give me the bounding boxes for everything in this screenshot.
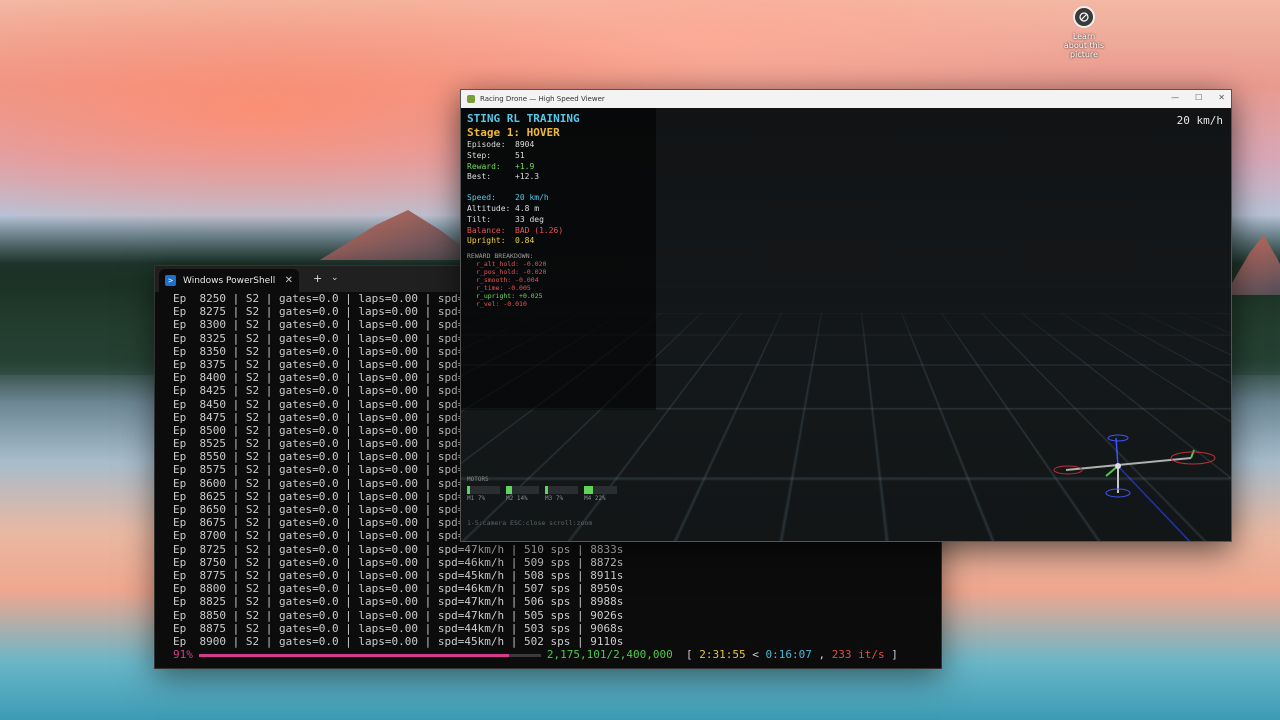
viewer-titlebar[interactable]: Racing Drone — High Speed Viewer — ☐ ✕ <box>461 90 1231 108</box>
motor-bar-fill <box>506 486 512 494</box>
motor-bar <box>545 486 578 494</box>
motor-bar <box>506 486 539 494</box>
powershell-icon: > <box>165 275 176 286</box>
breakdown-item: r_vel: -0.010 <box>476 300 527 309</box>
desktop-icon-label: Learn about this picture <box>1063 32 1105 59</box>
training-progress: 91% 2,175,101/2,400,000 [ 2:31:55 < 0:16:… <box>173 648 933 662</box>
hud-balance: Balance: BAD (1.26) <box>467 225 564 235</box>
motor-gauge: M2 14% <box>506 486 539 502</box>
motor-label: M2 14% <box>506 495 528 502</box>
tab-dropdown-icon[interactable]: ⌄ <box>331 273 339 283</box>
breakdown-item: r_alt_hold: -0.020 <box>476 260 547 269</box>
progress-lt: < <box>752 648 759 661</box>
breakdown-header: REWARD BREAKDOWN: <box>467 252 534 261</box>
terminal-line: Ep 8825 | S2 | gates=0.0 | laps=0.00 | s… <box>173 595 624 609</box>
hud-speed: Speed: 20 km/h <box>467 193 549 203</box>
terminal-line: Ep 8850 | S2 | gates=0.0 | laps=0.00 | s… <box>173 608 624 622</box>
close-icon[interactable]: ✕ <box>1218 93 1225 102</box>
progress-rate: 233 it/s <box>831 648 885 661</box>
hud-altitude: Altitude: 4.8 m <box>467 203 540 213</box>
hud-tilt: Tilt: 33 deg <box>467 214 544 224</box>
terminal-line: Ep 8775 | S2 | gates=0.0 | laps=0.00 | s… <box>173 568 624 582</box>
hud-title: STING RL TRAINING <box>467 112 580 125</box>
speed-readout: 20 km/h <box>1176 114 1223 127</box>
motor-gauge: M1 7% <box>467 486 500 502</box>
breakdown-item: r_smooth: -0.004 <box>476 276 539 285</box>
terminal-line: Ep 8875 | S2 | gates=0.0 | laps=0.00 | s… <box>173 621 624 635</box>
hud-episode: Episode: 8904 <box>467 140 535 149</box>
terminal-line: Ep 8725 | S2 | gates=0.0 | laps=0.00 | s… <box>173 542 624 556</box>
hud-best: Best: +12.3 <box>467 172 540 182</box>
motor-gauge: M3 7% <box>545 486 578 502</box>
progress-comma: , <box>818 648 826 661</box>
keyboard-hints: 1-5:camera ESC:close scroll:zoom <box>467 519 593 527</box>
hud-upright: Upright: 0.84 <box>467 236 535 246</box>
motor-label: M4 22% <box>584 495 606 502</box>
motor-label: M1 7% <box>467 495 486 502</box>
tab-title: Windows PowerShell <box>183 275 276 286</box>
motor-bar-fill <box>584 486 593 494</box>
hud-stage: Stage 1: HOVER <box>467 126 560 139</box>
progress-bracket-close: ] <box>891 648 898 661</box>
progress-remaining: 0:16:07 <box>765 648 812 661</box>
progress-steps: 2,175,101/2,400,000 <box>546 648 673 661</box>
motor-bar <box>467 486 500 494</box>
app-icon <box>467 95 475 103</box>
reward-breakdown: REWARD BREAKDOWN: r_alt_hold: -0.020 r_p… <box>467 252 580 308</box>
drone-model <box>1053 434 1216 541</box>
minimize-icon[interactable]: — <box>1171 93 1179 102</box>
breakdown-item: r_pos_hold: -0.020 <box>476 268 547 277</box>
hud-step: Step: 51 <box>467 150 525 160</box>
breakdown-item: r_upright: +0.025 <box>476 292 543 301</box>
maximize-icon[interactable]: ☐ <box>1195 93 1202 102</box>
hud-reward: Reward: +1.9 <box>467 161 535 171</box>
motor-gauge: M4 22% <box>584 486 617 502</box>
motor-label: M3 7% <box>545 495 564 502</box>
hud-text: STING RL TRAINING Stage 1: HOVER Episode… <box>467 112 580 308</box>
motor-bar-fill <box>467 486 470 494</box>
tab-powershell[interactable]: > Windows PowerShell ✕ <box>159 269 299 292</box>
terminal-line: Ep 8800 | S2 | gates=0.0 | laps=0.00 | s… <box>173 582 624 596</box>
drone-viewer-window[interactable]: Racing Drone — High Speed Viewer — ☐ ✕ S… <box>460 89 1232 542</box>
close-tab-icon[interactable]: ✕ <box>285 275 293 286</box>
motor-bar <box>584 486 617 494</box>
breakdown-item: r_time: -0.005 <box>476 284 531 293</box>
new-tab-button[interactable]: + <box>313 272 322 285</box>
motor-bar-fill <box>545 486 548 494</box>
3d-scene[interactable]: STING RL TRAINING Stage 1: HOVER Episode… <box>461 108 1231 541</box>
motors-panel: MOTORS M1 7% M2 14% M3 7% M4 22% <box>467 476 617 502</box>
learn-about-picture-shortcut[interactable]: Learn about this picture <box>1062 6 1106 59</box>
progress-percent: 91% <box>173 648 193 661</box>
motors-header: MOTORS <box>467 476 489 483</box>
camera-icon <box>1073 6 1095 28</box>
progress-bar-fill <box>198 653 509 657</box>
progress-bracket-open: [ <box>685 648 693 661</box>
terminal-line: Ep 8750 | S2 | gates=0.0 | laps=0.00 | s… <box>173 555 624 569</box>
progress-elapsed: 2:31:55 <box>699 648 746 661</box>
viewer-window-title: Racing Drone — High Speed Viewer <box>480 95 605 103</box>
progress-bar <box>198 653 541 657</box>
terminal-line: Ep 8900 | S2 | gates=0.0 | laps=0.00 | s… <box>173 634 624 648</box>
